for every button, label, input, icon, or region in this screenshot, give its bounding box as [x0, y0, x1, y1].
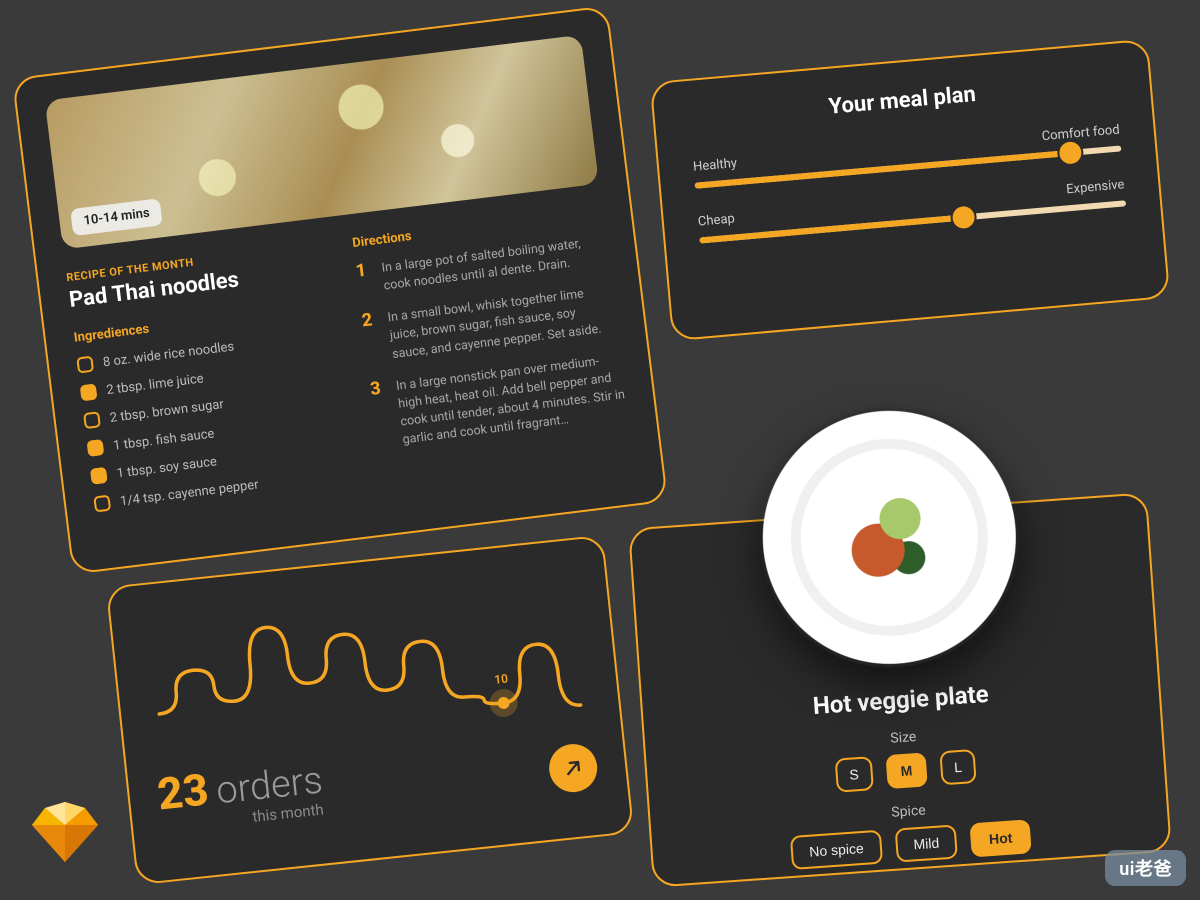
slider-right-label: Comfort food [1041, 123, 1120, 145]
meal-plan-slider[interactable]: Healthy Comfort food [693, 123, 1122, 189]
sparkline-point-label: 10 [494, 671, 509, 686]
direction-number: 3 [369, 379, 392, 453]
checkbox-icon[interactable] [76, 356, 94, 374]
directions-list: 1In a large pot of salted boiling water,… [355, 232, 628, 452]
dish-card: Hot veggie plate Size SML Spice No spice… [628, 492, 1172, 887]
slider-thumb[interactable] [1058, 141, 1082, 165]
sketch-logo-icon [30, 800, 100, 864]
ingredients-list: 8 oz. wide rice noodles2 tbsp. lime juic… [76, 327, 345, 513]
slider-left-label: Healthy [693, 156, 738, 175]
checkbox-icon[interactable] [80, 383, 98, 401]
direction-number: 2 [361, 311, 382, 367]
direction-number: 1 [355, 261, 373, 299]
ingredient-text: 1/4 tsp. cayenne pepper [119, 477, 259, 509]
direction-text: In a small bowl, whisk together lime jui… [387, 282, 618, 364]
meal-plan-slider[interactable]: Cheap Expensive [697, 177, 1126, 243]
meal-plan-title: Your meal plan [688, 70, 1117, 132]
dish-plate-image [751, 399, 1029, 677]
slider-left-label: Cheap [697, 211, 735, 229]
spice-option-no-spice[interactable]: No spice [790, 830, 883, 870]
slider-thumb[interactable] [952, 205, 976, 229]
cook-time-badge: 10-14 mins [70, 198, 163, 236]
slider-right-label: Expensive [1066, 177, 1125, 197]
orders-count: 23 [155, 763, 211, 820]
size-option-m[interactable]: M [885, 752, 927, 789]
meal-plan-card: Your meal plan Healthy Comfort food Cheap E… [650, 39, 1171, 342]
ingredient-text: 1 tbsp. fish sauce [112, 426, 215, 453]
ingredient-text: 8 oz. wide rice noodles [102, 339, 235, 370]
orders-card: 10 23orders this month [106, 535, 635, 886]
ingredient-text: 2 tbsp. lime juice [106, 371, 205, 398]
direction-item: 3In a large nonstick pan over medium-hig… [369, 350, 628, 453]
orders-open-button[interactable] [547, 742, 600, 795]
size-option-s[interactable]: S [834, 756, 874, 793]
checkbox-icon[interactable] [93, 495, 111, 513]
spice-option-hot[interactable]: Hot [970, 819, 1032, 857]
recipe-card: 10-14 mins RECIPE OF THE MONTH Pad Thai … [12, 5, 668, 574]
ingredient-text: 2 tbsp. brown sugar [109, 397, 225, 426]
checkbox-icon[interactable] [87, 439, 105, 457]
arrow-up-right-icon [561, 756, 585, 780]
checkbox-icon[interactable] [83, 411, 101, 429]
checkbox-icon[interactable] [90, 467, 108, 485]
size-option-l[interactable]: L [939, 749, 977, 785]
direction-text: In a large nonstick pan over medium-high… [395, 350, 628, 450]
ingredient-text: 1 tbsp. soy sauce [116, 454, 218, 481]
spice-option-mild[interactable]: Mild [894, 824, 958, 862]
watermark: ui老爸 [1105, 850, 1186, 886]
